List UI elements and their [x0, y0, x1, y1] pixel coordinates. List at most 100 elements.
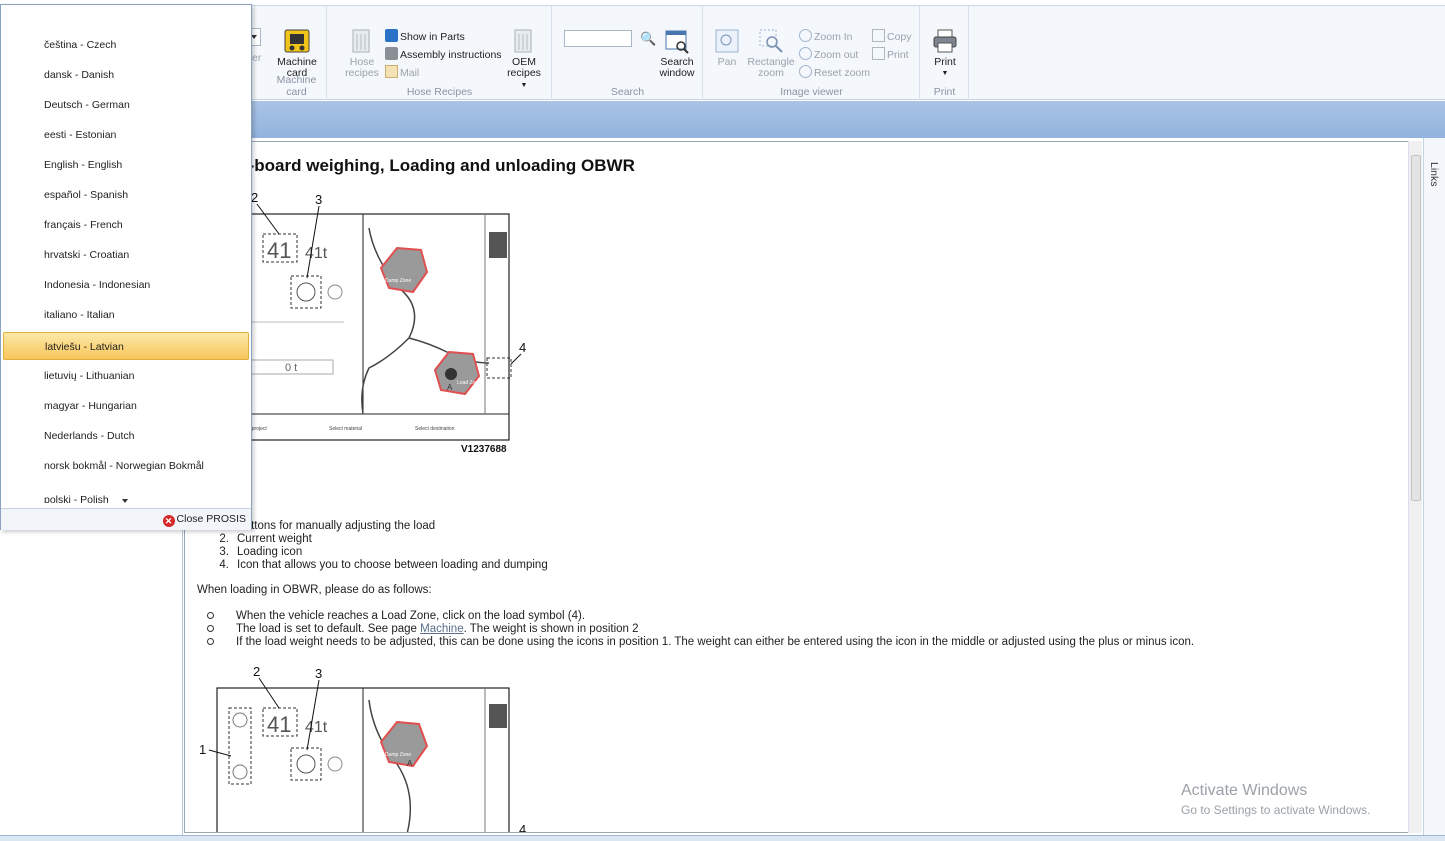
- copy-icon: [872, 29, 885, 42]
- rectangle-zoom-button[interactable]: Rectangle zoom: [746, 28, 796, 79]
- dropdown-arrow-icon: ▼: [941, 70, 949, 77]
- image-viewer-group: Pan Rectangle zoom Zoom In Zoom out Rese…: [704, 6, 920, 100]
- close-icon: ✕: [162, 515, 175, 527]
- zoom-out-icon: [799, 47, 812, 60]
- legend-row: 4. Icon that allows you to choose between…: [219, 559, 548, 571]
- search-input[interactable]: [564, 30, 632, 47]
- figure-1-zone-letter: A: [447, 383, 453, 392]
- figure-legend: 1.Buttons for manually adjusting the loa…: [205, 520, 548, 572]
- partial-dropdown-label: er: [252, 52, 262, 64]
- image-viewer-group-label: Image viewer: [780, 86, 843, 98]
- activation-watermark: Activate Windows Go to Settings to activ…: [1181, 782, 1371, 817]
- language-item[interactable]: italiano - Italian: [3, 301, 249, 329]
- pan-button[interactable]: Pan: [712, 28, 742, 68]
- figure-2-zone-dump: Dump Zone: [385, 752, 411, 758]
- document-scrollbar[interactable]: [1408, 141, 1422, 833]
- language-menu-footer: ✕ Close PROSIS: [1, 508, 251, 530]
- zoom-out-button[interactable]: Zoom out: [799, 47, 858, 63]
- language-item[interactable]: español - Spanish: [3, 181, 249, 209]
- figure-2-capacity: 41t: [305, 719, 328, 736]
- search-group: 🔍 Search window Search: [553, 6, 703, 100]
- zoom-in-button[interactable]: Zoom In: [799, 29, 853, 45]
- mail-button[interactable]: Mail: [385, 65, 419, 81]
- figure-1-capacity: 41t: [305, 245, 328, 262]
- bullet-item: The load is set to default. See page Mac…: [205, 623, 1194, 636]
- figure-1-bottom-3: Select destination: [415, 426, 455, 432]
- bullet-item: If the load weight needs to be adjusted,…: [205, 636, 1194, 649]
- printer-icon: [872, 47, 885, 60]
- machine-card-button[interactable]: Machine card: [273, 28, 321, 79]
- figure-2: 41 41t Dump Zone A 1 2 3 4: [197, 664, 537, 833]
- bullet-circle-icon: [207, 612, 214, 619]
- legend-row: 2. Current weight: [219, 533, 312, 545]
- callout-2: 2: [251, 190, 258, 205]
- language-item[interactable]: čeština - Czech: [3, 31, 249, 59]
- close-prosis-button[interactable]: ✕ Close PROSIS: [162, 513, 246, 527]
- print-group-label: Print: [933, 86, 956, 98]
- language-item[interactable]: dansk - Danish: [3, 61, 249, 89]
- reset-zoom-icon: [799, 65, 812, 78]
- links-tab[interactable]: Links: [1428, 162, 1440, 187]
- status-strip: [0, 835, 1445, 841]
- language-item[interactable]: Indonesia - Indonesian: [3, 271, 249, 299]
- assembly-instructions-button[interactable]: Assembly instructions: [385, 47, 502, 63]
- zoom-in-icon: [799, 29, 812, 42]
- instructions-intro: When loading in OBWR, please do as follo…: [197, 584, 432, 596]
- legend-row: 3. Loading icon: [219, 546, 303, 558]
- rectangle-zoom-icon: [759, 29, 783, 53]
- figure-1-bottom-2: Select material: [329, 426, 362, 432]
- print-button[interactable]: Print ▼: [929, 28, 961, 79]
- language-item-selected[interactable]: latviešu - Latvian: [3, 332, 249, 360]
- hose-recipes-button[interactable]: Hose recipes: [344, 28, 380, 79]
- figure-1-diagram: 41 41t 0 t Dump Zone Load Zone A t proje…: [248, 190, 526, 455]
- figure-2-weight: 41: [267, 712, 291, 737]
- callout-1: 1: [199, 742, 206, 757]
- machine-link[interactable]: Machine: [420, 623, 463, 635]
- pan-icon: [715, 29, 739, 53]
- hose-recipes-group-label: Hose Recipes: [406, 86, 473, 98]
- legend-row: 1.Buttons for manually adjusting the loa…: [219, 520, 436, 532]
- hose-recipes-group: Hose recipes Show in Parts Assembly inst…: [328, 6, 552, 100]
- callout-4: 4: [519, 822, 526, 833]
- mail-icon: [385, 65, 398, 78]
- machine-card-icon: [284, 29, 310, 53]
- callout-3: 3: [315, 192, 322, 207]
- language-item[interactable]: hrvatski - Croatian: [3, 241, 249, 269]
- figure-1-zone-dump: Dump Zone: [385, 278, 411, 284]
- binoculars-icon[interactable]: 🔍: [640, 31, 656, 47]
- language-item[interactable]: français - French: [3, 211, 249, 239]
- copy-button[interactable]: Copy: [872, 29, 912, 45]
- language-item[interactable]: Deutsch - German: [3, 91, 249, 119]
- language-item[interactable]: eesti - Estonian: [3, 121, 249, 149]
- language-item[interactable]: Nederlands - Dutch: [3, 422, 249, 450]
- search-group-label: Search: [610, 86, 645, 98]
- reset-zoom-button[interactable]: Reset zoom: [799, 65, 870, 81]
- machine-card-group: Machine card Machine card: [267, 6, 327, 100]
- callout-3: 3: [315, 666, 322, 681]
- scroll-down-icon[interactable]: [122, 499, 128, 503]
- figure-1-code: V1237688: [461, 444, 507, 455]
- right-side-panel: Links: [1423, 138, 1445, 835]
- page-title: On-board weighing, Loading and unloading…: [225, 156, 635, 175]
- bullet-item: When the vehicle reaches a Load Zone, cl…: [205, 610, 1194, 623]
- language-item[interactable]: magyar - Hungarian: [3, 392, 249, 420]
- show-in-parts-button[interactable]: Show in Parts: [385, 29, 465, 45]
- machine-card-group-label: Machine card: [276, 74, 317, 98]
- scrollbar-thumb[interactable]: [1411, 155, 1421, 501]
- figure-1-zero: 0 t: [285, 362, 297, 374]
- callout-4: 4: [519, 340, 526, 355]
- language-item[interactable]: English - English: [3, 151, 249, 179]
- search-window-icon: [665, 30, 689, 54]
- oem-recipes-button[interactable]: OEM recipes ▼: [504, 28, 544, 91]
- assembly-icon: [385, 47, 398, 60]
- search-window-button[interactable]: Search window: [657, 28, 697, 79]
- bullet-circle-icon: [207, 625, 214, 632]
- printer-icon: [933, 29, 957, 53]
- print-image-button[interactable]: Print: [872, 47, 909, 63]
- figure-2-zone-letter: A: [407, 759, 413, 768]
- language-item[interactable]: lietuvių - Lithuanian: [3, 362, 249, 390]
- bullet-circle-icon: [207, 638, 214, 645]
- language-item[interactable]: norsk bokmål - Norwegian Bokmål: [3, 452, 249, 480]
- language-list[interactable]: čeština - Czech dansk - Danish Deutsch -…: [1, 27, 251, 505]
- instruction-bullets: When the vehicle reaches a Load Zone, cl…: [205, 610, 1194, 649]
